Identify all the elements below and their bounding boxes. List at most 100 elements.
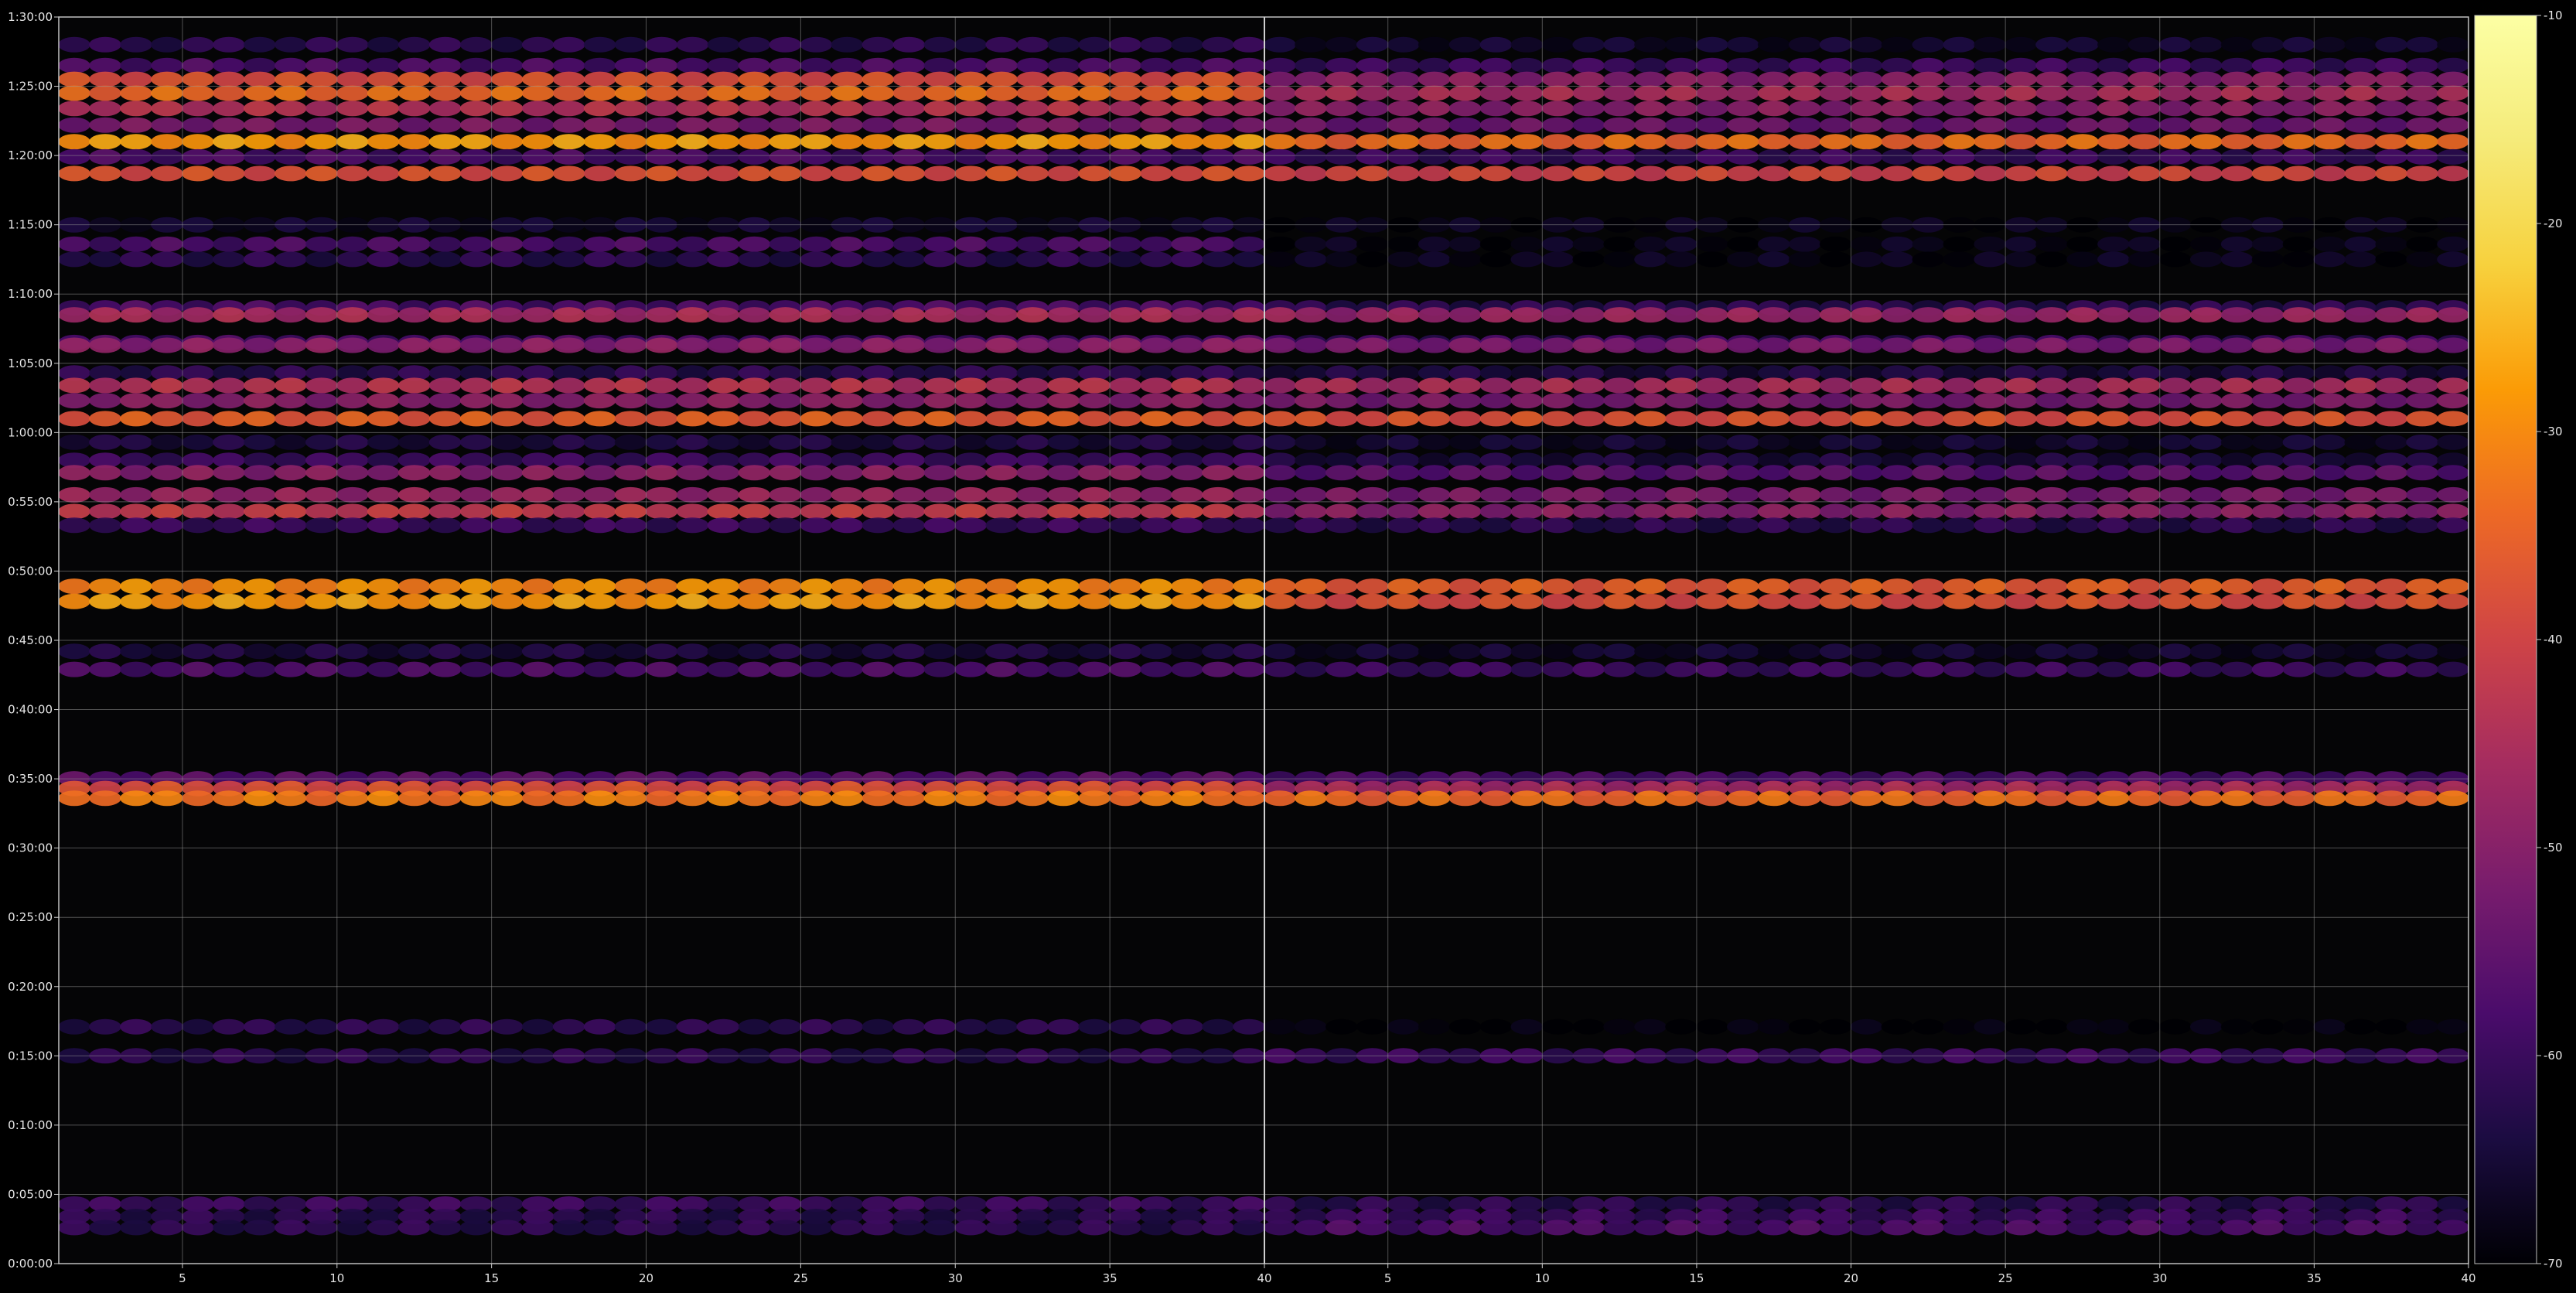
heatmap-cell [645, 393, 678, 409]
heatmap-cell [89, 307, 121, 323]
heatmap-cell [1974, 578, 2006, 595]
heatmap-cell [2406, 578, 2438, 595]
heatmap-cell [521, 393, 554, 409]
heatmap-cell [1696, 71, 1728, 87]
heatmap-cell [738, 578, 771, 595]
heatmap-cell [1016, 377, 1049, 394]
heatmap-cell [151, 790, 183, 807]
heatmap-cell [892, 71, 926, 87]
heatmap-cell [1387, 307, 1420, 323]
heatmap-cell [1448, 790, 1482, 807]
heatmap-cell [1572, 517, 1605, 534]
heatmap-cell [1974, 337, 2006, 353]
heatmap-cell [2005, 503, 2037, 520]
heatmap-cell [1418, 57, 1451, 73]
heatmap-cell [552, 790, 585, 807]
heatmap-cell [151, 434, 183, 450]
heatmap-cell [367, 117, 400, 133]
heatmap-cell [1974, 307, 2006, 323]
heatmap-cell [1140, 593, 1172, 609]
heatmap-cell [769, 486, 802, 503]
heatmap-cell [1078, 148, 1111, 165]
heatmap-cell [1109, 134, 1141, 150]
heatmap-cell [2406, 117, 2438, 133]
heatmap-cell [2375, 148, 2407, 165]
heatmap-cell [490, 36, 524, 53]
colorbar-tick-label: -60 [2544, 1049, 2563, 1063]
heatmap-cell [305, 85, 338, 101]
heatmap-cell [1202, 307, 1234, 323]
heatmap-cell [2375, 117, 2407, 133]
heatmap-cell [676, 411, 709, 427]
heatmap-cell [862, 85, 895, 101]
heatmap-cell [2066, 307, 2099, 323]
heatmap-cell [490, 101, 524, 117]
heatmap-cell [1974, 465, 2006, 481]
heatmap-cell [800, 578, 833, 595]
heatmap-cell [1541, 57, 1575, 73]
heatmap-cell [2344, 503, 2377, 520]
heatmap-cell [862, 643, 895, 660]
heatmap-cell [1881, 411, 1914, 427]
heatmap-cell [892, 411, 926, 427]
heatmap-cell [397, 134, 431, 150]
heatmap-cell [1202, 101, 1234, 117]
heatmap-cell [1757, 377, 1790, 394]
heatmap-cell [2035, 1220, 2068, 1236]
heatmap-cell [1202, 134, 1234, 150]
heatmap-cell [1448, 57, 1482, 73]
heatmap-cell [2406, 36, 2438, 53]
heatmap-cell [1665, 465, 1697, 481]
heatmap-cell [552, 1220, 585, 1236]
heatmap-cell [1727, 165, 1759, 182]
heatmap-cell [738, 486, 771, 503]
heatmap-cell [1387, 236, 1420, 252]
heatmap-cell [923, 134, 957, 150]
heatmap-cell [1202, 85, 1234, 101]
y-tick-label: 0:20:00 [8, 980, 53, 994]
heatmap-cell [1171, 148, 1203, 165]
heatmap-cell [2097, 85, 2130, 101]
heatmap-cell [2251, 1018, 2284, 1035]
heatmap-cell [2437, 661, 2469, 677]
heatmap-cell [552, 307, 585, 323]
heatmap-cell [2158, 236, 2192, 252]
heatmap-cell [151, 393, 183, 409]
heatmap-cell [1788, 661, 1821, 677]
heatmap-cell [397, 57, 431, 73]
heatmap-cell [769, 643, 802, 660]
heatmap-cell [1881, 643, 1914, 660]
heatmap-cell [1572, 165, 1605, 182]
heatmap-cell [2406, 377, 2438, 394]
heatmap-cell [2066, 101, 2099, 117]
heatmap-cell [2035, 57, 2068, 73]
colorbar-tick-label: -50 [2544, 841, 2563, 855]
heatmap-cell [800, 486, 833, 503]
heatmap-cell [1634, 790, 1667, 807]
heatmap-cell [676, 148, 709, 165]
heatmap-cell [1078, 411, 1111, 427]
heatmap-cell [707, 593, 740, 609]
heatmap-cell [1295, 661, 1327, 677]
heatmap-cell [244, 486, 276, 503]
heatmap-cell [645, 517, 678, 534]
heatmap-cell [1264, 236, 1296, 252]
heatmap-cell [244, 85, 276, 101]
heatmap-cell [1850, 251, 1883, 268]
heatmap-cell [831, 307, 864, 323]
heatmap-cell [954, 578, 987, 595]
heatmap-cell [397, 101, 431, 117]
heatmap-cell [182, 434, 214, 450]
heatmap-cell [2128, 57, 2161, 73]
heatmap-cell [800, 134, 833, 150]
heatmap-cell [182, 377, 214, 394]
heatmap-cell [1603, 578, 1636, 595]
heatmap-cell [1757, 411, 1790, 427]
heatmap-cell [1510, 503, 1544, 520]
heatmap-cell [1295, 411, 1327, 427]
heatmap-cell [1881, 661, 1914, 677]
heatmap-cell [769, 36, 802, 53]
heatmap-cell [707, 517, 740, 534]
heatmap-cell [1140, 165, 1172, 182]
heatmap-cell [89, 1220, 121, 1236]
